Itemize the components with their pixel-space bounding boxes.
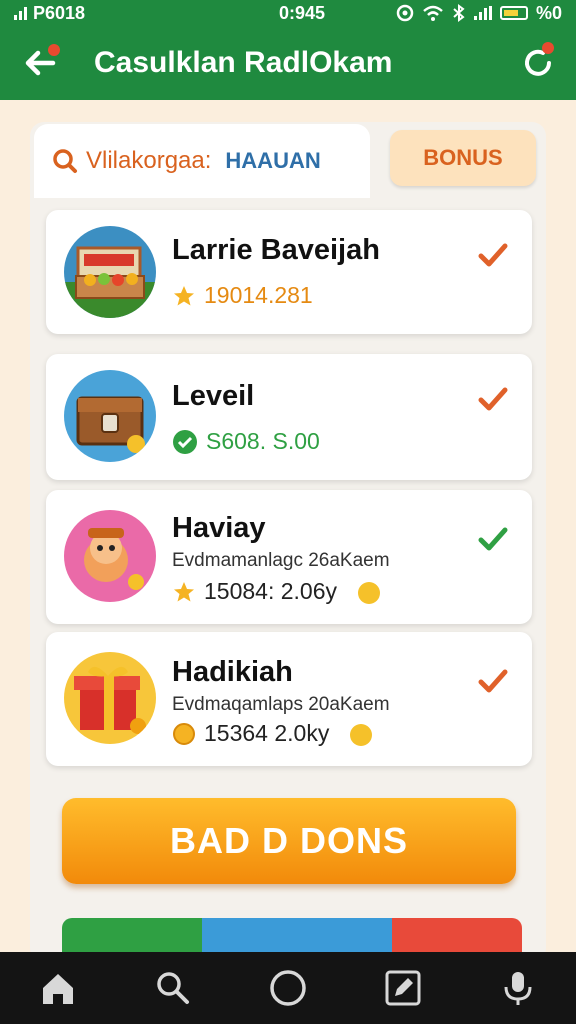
nav-edit[interactable] <box>373 958 433 1018</box>
item-value: 15364 2.0ky <box>204 720 330 746</box>
item-value-row: S608. S.00 <box>172 428 320 455</box>
item-value-row: 15364 2.0ky <box>172 720 375 747</box>
check-icon <box>478 669 508 693</box>
item-value: 19014.281 <box>204 282 313 308</box>
tab-search-label: Vlilakorgaa: <box>86 147 212 174</box>
produce-box-icon <box>64 226 156 318</box>
star-icon <box>174 285 194 305</box>
check-icon <box>478 387 508 411</box>
item-value: 15084: 2.06y <box>204 578 338 604</box>
refresh-button[interactable] <box>500 26 576 100</box>
tab-bonus[interactable]: BONUS <box>390 130 536 186</box>
list-item[interactable]: Leveil S608. S.00 <box>46 354 532 480</box>
page-title: Casulklan RadlOkam <box>94 46 393 79</box>
home-icon <box>42 974 73 1004</box>
carrier-label: P6018 <box>33 2 86 23</box>
cell-signal-icon <box>473 6 492 20</box>
bluetooth-icon <box>453 4 465 22</box>
check-icon <box>478 527 508 551</box>
thumbs-up-icon <box>358 581 381 604</box>
item-title: Larrie Baveijah <box>172 234 380 266</box>
check-icon <box>478 243 508 267</box>
list-item[interactable]: Hadikiah Evdmaqamlaps 20aKaem 15364 2.0k… <box>46 632 532 766</box>
secondary-action-bar[interactable] <box>62 918 522 952</box>
search-icon <box>157 972 189 1004</box>
notification-dot <box>542 42 554 54</box>
nav-search[interactable] <box>143 958 203 1018</box>
item-subtitle: Evdmaqamlaps 20aKaem <box>172 694 390 715</box>
status-bar: P6018 0:945 %0 <box>0 0 576 26</box>
notification-dot <box>48 44 60 56</box>
battery-icon <box>499 6 528 20</box>
coin-icon <box>173 722 195 745</box>
search-icon <box>53 149 77 173</box>
item-title: Leveil <box>172 380 255 412</box>
mic-icon <box>504 972 532 1005</box>
check-circle-icon <box>173 429 197 454</box>
alarm-icon <box>396 4 414 22</box>
item-value: S608. S.00 <box>206 428 320 454</box>
star-icon <box>174 581 194 601</box>
item-value-row: 15084: 2.06y <box>172 578 383 605</box>
gift-box-icon <box>64 652 156 744</box>
item-value-row: 19014.281 <box>172 282 313 309</box>
signal-icon <box>14 6 27 20</box>
list-item[interactable]: Larrie Baveijah 19014.281 <box>46 210 532 334</box>
treasure-chest-icon <box>64 370 156 462</box>
nav-home[interactable] <box>28 958 88 1018</box>
app-bar: Casulklan RadlOkam <box>0 26 576 100</box>
nav-circle[interactable] <box>258 958 318 1018</box>
wifi-icon <box>423 5 443 21</box>
status-time: 0:945 <box>278 2 326 23</box>
nav-mic[interactable] <box>488 958 548 1018</box>
thumbs-up-icon <box>350 723 373 746</box>
item-subtitle: Evdmamanlagc 26aKaem <box>172 550 390 571</box>
item-title: Haviay <box>172 512 266 544</box>
list-item[interactable]: Haviay Evdmamanlagc 26aKaem 15084: 2.06y <box>46 490 532 624</box>
primary-action-button[interactable]: BAD D DONS <box>62 798 516 884</box>
tab-search-highlight: HAAUAN <box>225 148 321 173</box>
edit-icon <box>385 970 421 1006</box>
item-title: Hadikiah <box>172 656 293 688</box>
tab-search[interactable]: Vlilakorgaa: HAAUAN <box>34 124 370 198</box>
back-button[interactable] <box>0 26 80 100</box>
circle-icon <box>270 970 306 1006</box>
bottom-nav <box>0 952 576 1024</box>
battery-label: %0 <box>535 2 562 23</box>
character-icon <box>64 510 156 602</box>
